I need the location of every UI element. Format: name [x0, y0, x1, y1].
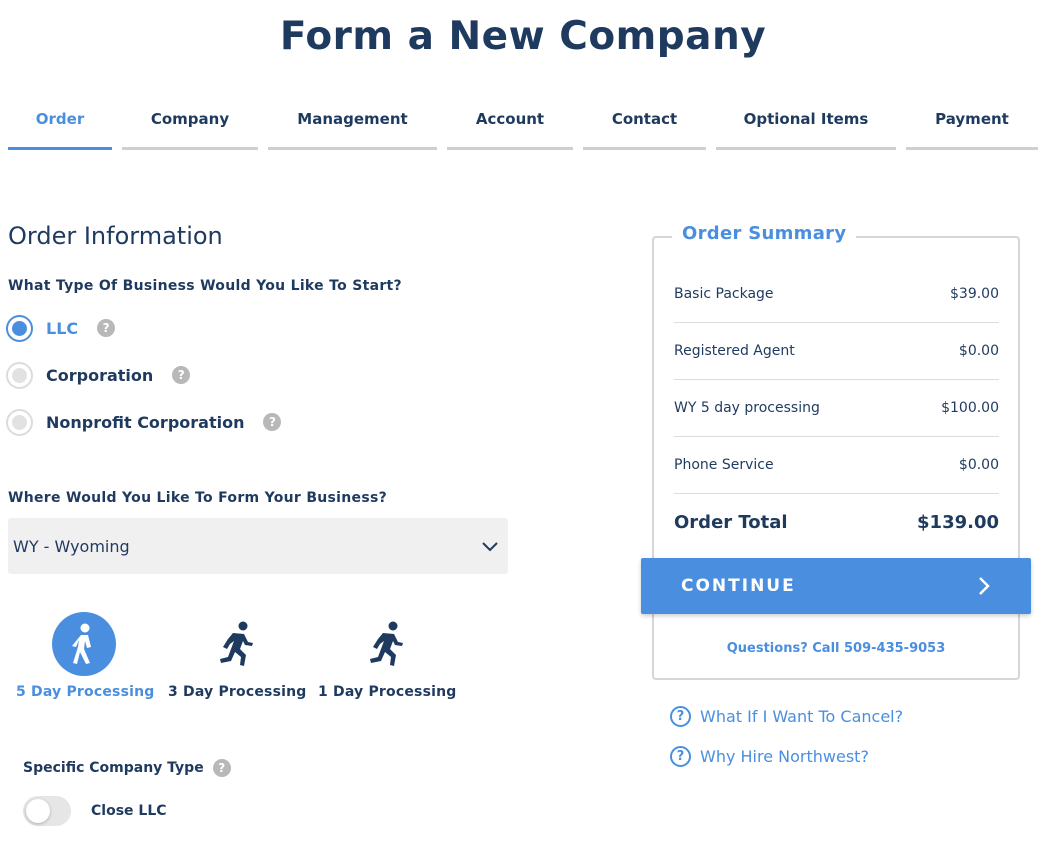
cancel-faq-label: What If I Want To Cancel?: [700, 707, 904, 726]
specific-company-type-label: Specific Company Type: [23, 760, 204, 776]
state-select[interactable]: WY - Wyoming: [8, 518, 508, 574]
tab-account[interactable]: Account: [447, 108, 573, 150]
state-question: Where Would You Like To Form Your Busine…: [8, 490, 388, 506]
order-summary-items: Basic Package $39.00 Registered Agent $0…: [674, 266, 999, 494]
chevron-down-icon: [482, 542, 498, 552]
summary-row: Registered Agent $0.00: [674, 323, 999, 380]
radio-label: Nonprofit Corporation: [46, 412, 245, 432]
processing-label: 1 Day Processing: [318, 684, 457, 700]
summary-item-price: $0.00: [958, 343, 999, 359]
close-llc-label: Close LLC: [91, 803, 167, 819]
summary-row: Phone Service $0.00: [674, 437, 999, 494]
business-type-question: What Type Of Business Would You Like To …: [8, 278, 402, 294]
radio-label: Corporation: [46, 365, 154, 385]
processing-label: 3 Day Processing: [168, 684, 307, 700]
summary-row: WY 5 day processing $100.00: [674, 380, 999, 437]
radio-nonprofit[interactable]: Nonprofit Corporation ?: [6, 407, 282, 437]
continue-button[interactable]: CONTINUE: [641, 558, 1031, 614]
summary-item-price: $0.00: [958, 457, 999, 473]
summary-item-name: WY 5 day processing: [674, 400, 820, 416]
running-person-icon: [354, 612, 418, 676]
processing-label: 5 Day Processing: [16, 684, 155, 700]
question-circle-icon: ?: [670, 706, 691, 727]
summary-item-price: $100.00: [941, 400, 999, 416]
radio-button[interactable]: [6, 361, 33, 389]
section-title: Order Information: [8, 222, 223, 250]
radio-corporation[interactable]: Corporation ?: [6, 360, 191, 390]
radio-llc[interactable]: LLC ?: [6, 313, 116, 343]
question-circle-icon[interactable]: ?: [263, 413, 282, 431]
processing-option-5-day[interactable]: 5 Day Processing: [16, 612, 155, 700]
question-circle-icon[interactable]: ?: [97, 319, 116, 337]
running-person-icon: [204, 612, 268, 676]
question-circle-icon[interactable]: ?: [172, 366, 191, 384]
tab-management[interactable]: Management: [268, 108, 437, 150]
summary-item-name: Basic Package: [674, 286, 774, 302]
order-total-label: Order Total: [674, 511, 788, 533]
tab-order[interactable]: Order: [8, 108, 112, 150]
radio-button[interactable]: [6, 408, 33, 436]
processing-option-3-day[interactable]: 3 Day Processing: [168, 612, 307, 700]
processing-option-1-day[interactable]: 1 Day Processing: [318, 612, 457, 700]
cancel-faq-link[interactable]: ? What If I Want To Cancel?: [670, 706, 903, 727]
summary-item-price: $39.00: [950, 286, 999, 302]
chevron-right-icon: [979, 577, 990, 595]
radio-button[interactable]: [6, 314, 33, 342]
step-tabs: Order Company Management Account Contact…: [0, 108, 1056, 152]
close-llc-toggle[interactable]: [23, 796, 71, 826]
walking-person-icon: [52, 612, 116, 676]
summary-item-name: Phone Service: [674, 457, 774, 473]
continue-label: CONTINUE: [681, 576, 796, 596]
order-summary-title: Order Summary: [672, 223, 857, 244]
tab-contact[interactable]: Contact: [583, 108, 706, 150]
order-total-value: $139.00: [917, 511, 999, 533]
question-circle-icon[interactable]: ?: [212, 759, 231, 777]
state-select-value: WY - Wyoming: [13, 536, 130, 556]
page-title: Form a New Company: [279, 14, 767, 59]
tab-payment[interactable]: Payment: [906, 108, 1038, 150]
specific-company-type: Specific Company Type ?: [23, 759, 231, 777]
why-hire-link[interactable]: ? Why Hire Northwest?: [670, 746, 869, 767]
tab-company[interactable]: Company: [122, 108, 258, 150]
why-hire-label: Why Hire Northwest?: [700, 747, 869, 766]
summary-item-name: Registered Agent: [674, 343, 795, 359]
question-circle-icon: ?: [670, 746, 691, 767]
order-total-row: Order Total $139.00: [674, 494, 999, 550]
radio-label: LLC: [46, 318, 79, 338]
tab-optional-items[interactable]: Optional Items: [716, 108, 896, 150]
close-llc-row: Close LLC: [23, 796, 167, 826]
summary-row: Basic Package $39.00: [674, 266, 999, 323]
phone-help-link[interactable]: Questions? Call 509-435-9053: [652, 641, 1020, 656]
